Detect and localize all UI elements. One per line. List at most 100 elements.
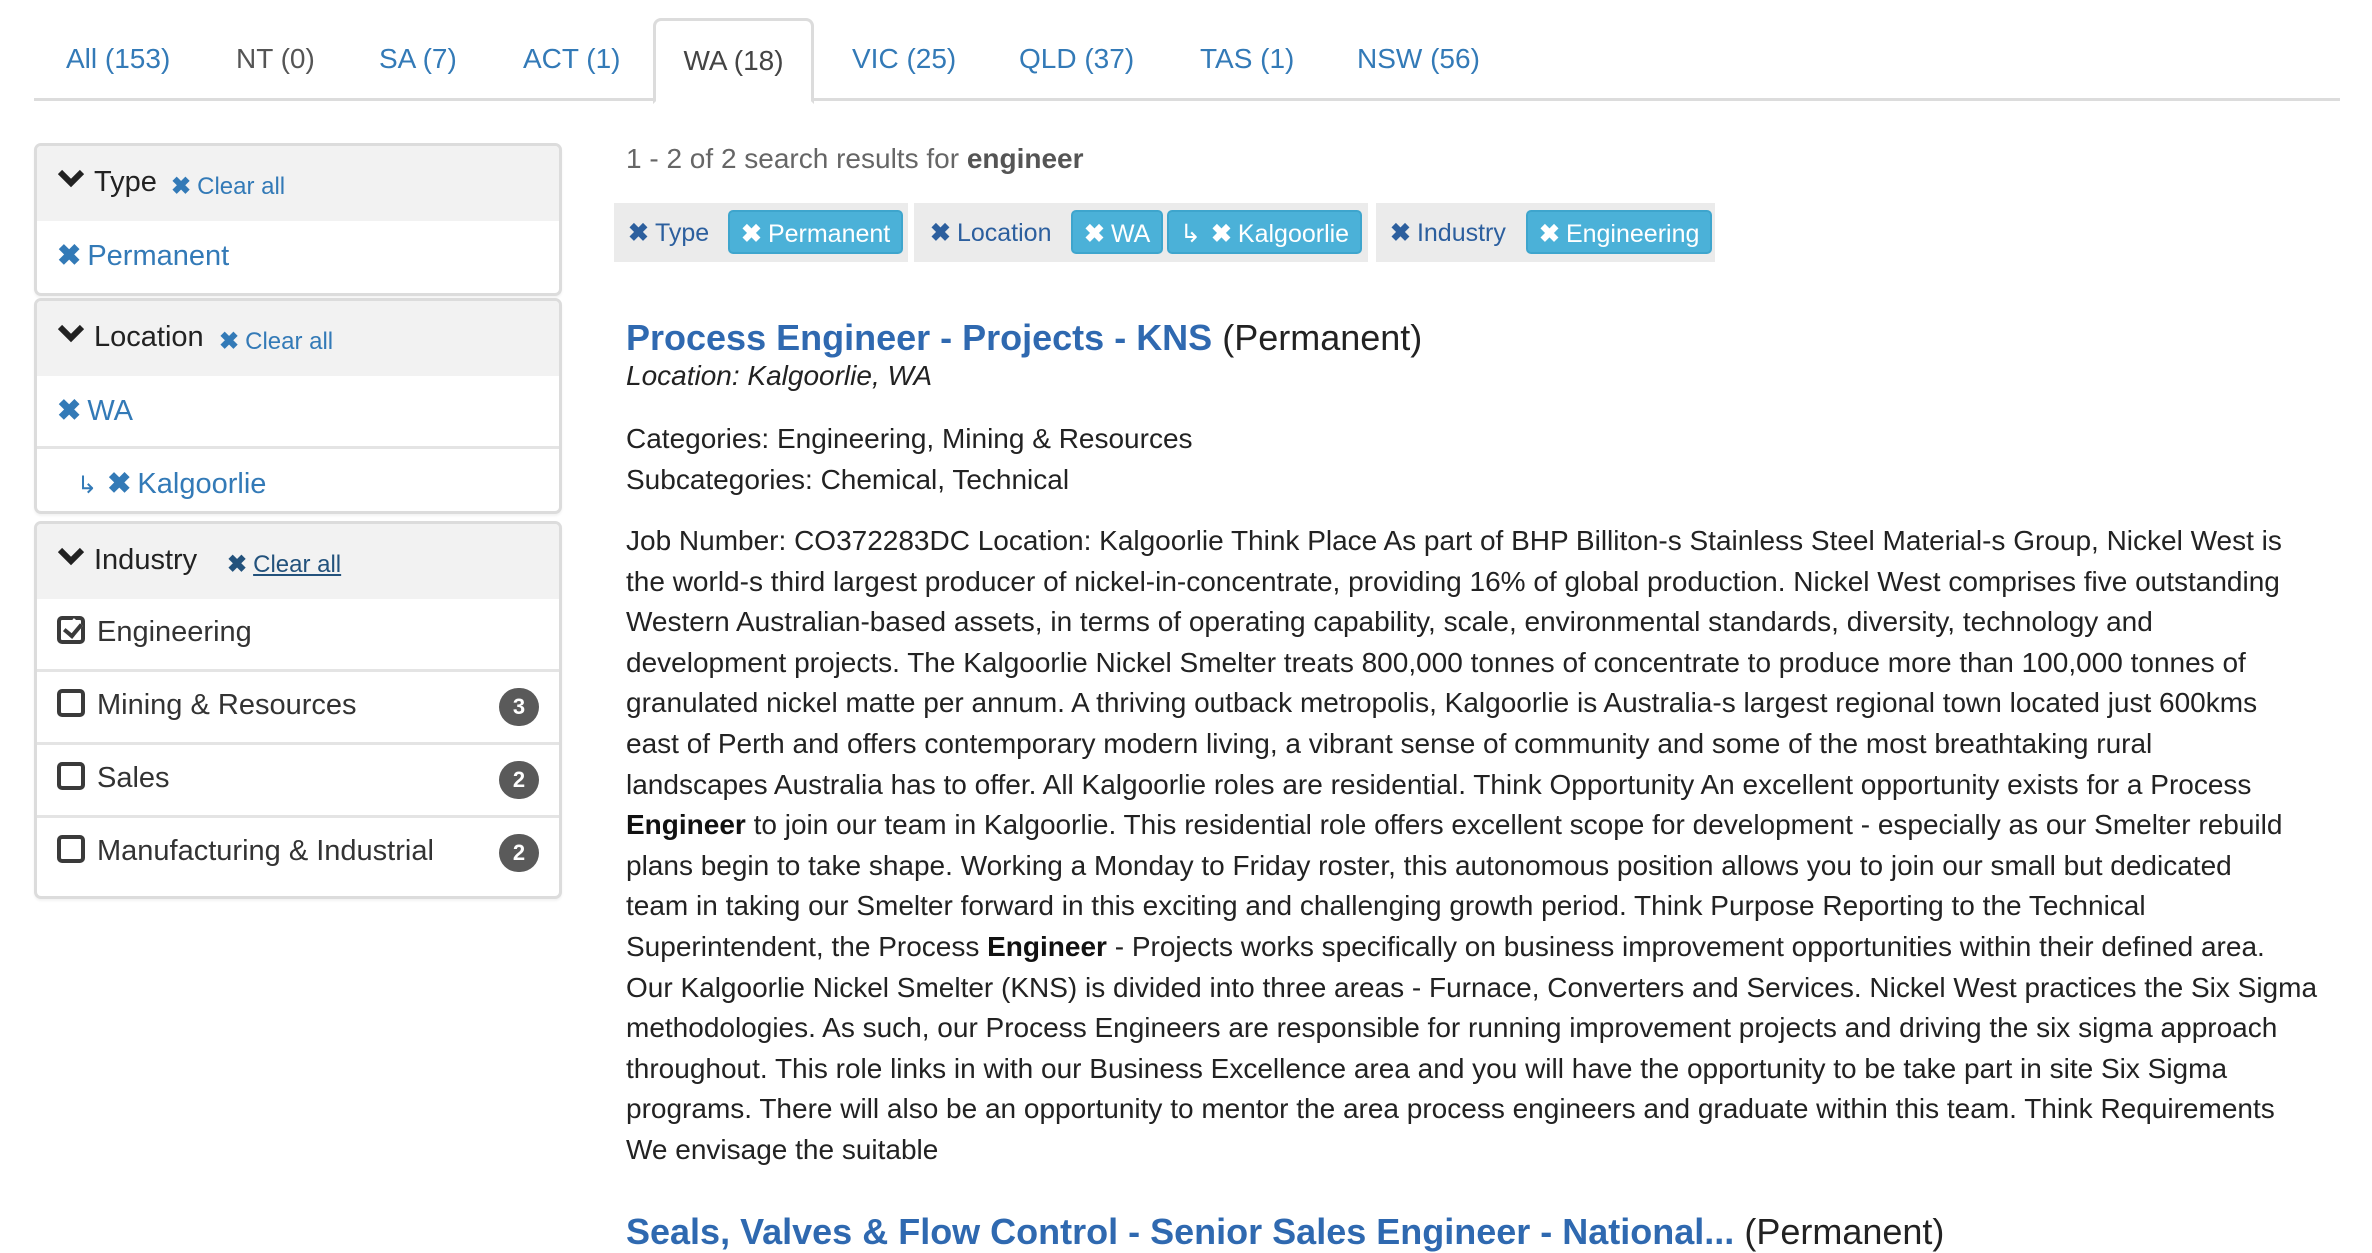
facet-option[interactable]: Mining & Resources 3 <box>37 669 559 742</box>
remove-filter-group-button[interactable]: ✖ Industry <box>1390 218 1506 248</box>
remove-filter-group-button[interactable]: ✖ Type <box>628 218 709 248</box>
filter-chip[interactable]: ↳ ✖ Kalgoorlie <box>1167 210 1363 254</box>
description-text: Our Kalgoorlie Nickel Smelter (KNS) is d… <box>626 971 2318 1003</box>
count-badge: 2 <box>499 761 539 799</box>
remove-filter-link[interactable]: ✖ Permanent <box>57 240 229 272</box>
description-text: We envisage the suitable <box>626 1133 939 1165</box>
description-line: Job Number: CO372283DC Location: Kalgoor… <box>626 521 2346 562</box>
checkbox-icon[interactable] <box>57 835 85 863</box>
facet-header-industry[interactable]: Industry ✖ Clear all <box>37 524 559 599</box>
description-line: programs. There will also be an opportun… <box>626 1089 2346 1130</box>
remove-filter-group-button[interactable]: ✖ Location <box>930 218 1051 248</box>
facet-title: Type <box>94 166 157 198</box>
result-title: Process Engineer - Projects - KNS (Perma… <box>626 317 1422 359</box>
sub-level-arrow-icon: ↳ <box>1180 220 1201 248</box>
close-icon: ✖ <box>628 219 649 247</box>
sub-level-arrow-icon: ↳ <box>77 472 98 499</box>
checked-checkbox-icon[interactable] <box>57 616 85 644</box>
description-text: throughout. This role links in with our … <box>626 1052 2228 1084</box>
close-icon: ✖ <box>741 220 762 248</box>
description-text: to join our team in Kalgoorlie. This res… <box>745 809 2283 841</box>
description-line: the world-s third largest producer of ni… <box>626 562 2346 603</box>
selected-facet-subitem[interactable]: ↳ ✖ Kalgoorlie <box>37 446 559 511</box>
description-text: programs. There will also be an opportun… <box>626 1093 2275 1125</box>
count-badge: 3 <box>499 688 539 726</box>
description-text: east of Perth and offers contemporary mo… <box>626 727 2153 759</box>
result-title: Seals, Valves & Flow Control - Senior Sa… <box>626 1211 1944 1253</box>
checkbox-icon[interactable] <box>57 762 85 790</box>
chevron-down-icon[interactable] <box>58 546 84 566</box>
facet-panel-location: Location ✖ Clear all ✖ WA ↳ ✖ Kalgoorlie <box>34 298 562 514</box>
filter-chip[interactable]: ✖ Engineering <box>1526 210 1713 254</box>
clear-all-link[interactable]: ✖ Clear all <box>227 550 341 579</box>
facet-panel-type: Type ✖ Clear all ✖ Permanent <box>34 143 562 296</box>
remove-filter-link[interactable]: ✖ Kalgoorlie <box>107 468 266 500</box>
description-text: granulated nickel matte per annum. A thr… <box>626 687 2258 719</box>
tab-vic[interactable]: VIC (25) <box>852 18 956 101</box>
filter-group-location: ✖ Location ✖ WA ↳ ✖ Kalgoorlie <box>914 203 1368 262</box>
close-icon: ✖ <box>227 551 248 578</box>
description-text: development projects. The Kalgoorlie Nic… <box>626 646 2246 678</box>
selected-facet-item[interactable]: ✖ WA <box>37 376 559 446</box>
checkbox-icon[interactable] <box>57 689 85 717</box>
filter-chip[interactable]: ✖ Permanent <box>728 210 904 254</box>
close-icon: ✖ <box>930 219 951 247</box>
close-icon: ✖ <box>171 173 192 200</box>
count-badge: 2 <box>499 834 539 872</box>
description-text: Western Australian-based assets, in term… <box>626 606 2153 638</box>
result-title-link[interactable]: Process Engineer - Projects - KNS <box>626 317 1212 358</box>
description-line: Superintendent, the Process Engineer - P… <box>626 927 2346 968</box>
facet-title: Industry <box>94 544 198 576</box>
close-icon: ✖ <box>1539 220 1560 248</box>
description-text: methodologies. As such, our Process Engi… <box>626 1012 2278 1044</box>
tab-nsw[interactable]: NSW (56) <box>1357 18 1480 101</box>
description-line: granulated nickel matte per annum. A thr… <box>626 683 2346 724</box>
tab-qld[interactable]: QLD (37) <box>1019 18 1134 101</box>
filter-chip[interactable]: ✖ WA <box>1071 210 1164 254</box>
description-text: - Projects works specifically on busines… <box>1106 930 2265 962</box>
description-text: landscapes Australia has to offer. All K… <box>626 768 2252 800</box>
tab-act[interactable]: ACT (1) <box>523 18 621 101</box>
result-job-type: (Permanent) <box>1744 1211 1945 1252</box>
close-icon: ✖ <box>57 240 82 272</box>
tab-wa[interactable]: WA (18) <box>653 18 814 104</box>
tab-sa[interactable]: SA (7) <box>379 18 457 101</box>
tab-all[interactable]: All (153) <box>66 18 170 101</box>
filter-group-industry: ✖ Industry ✖ Engineering <box>1376 203 1715 262</box>
tab-nt[interactable]: NT (0) <box>236 18 315 101</box>
result-location: Location: Kalgoorlie, WA <box>626 360 933 391</box>
result-categories: Categories: Engineering, Mining & Resour… <box>626 423 1193 454</box>
description-text: team in taking our Smelter forward in th… <box>626 890 2146 922</box>
facet-title: Location <box>94 321 204 353</box>
description-line: Western Australian-based assets, in term… <box>626 602 2346 643</box>
result-job-type: (Permanent) <box>1222 317 1423 358</box>
description-line: We envisage the suitable <box>626 1130 2346 1171</box>
facet-header-location[interactable]: Location ✖ Clear all <box>37 301 559 376</box>
facet-panel-industry: Industry ✖ Clear all Engineering Mining &… <box>34 521 562 899</box>
location-tabs: All (153) NT (0) SA (7) ACT (1) WA (18) … <box>34 18 2340 104</box>
description-text: the world-s third largest producer of ni… <box>626 565 2280 597</box>
close-icon: ✖ <box>1084 220 1105 248</box>
close-icon: ✖ <box>219 328 240 355</box>
chevron-down-icon[interactable] <box>58 323 84 343</box>
description-line: landscapes Australia has to offer. All K… <box>626 765 2346 806</box>
description-line: development projects. The Kalgoorlie Nic… <box>626 643 2346 684</box>
close-icon: ✖ <box>57 395 82 427</box>
clear-all-link[interactable]: ✖ Clear all <box>171 172 285 201</box>
result-title-link[interactable]: Seals, Valves & Flow Control - Senior Sa… <box>626 1211 1734 1252</box>
selected-facet-item[interactable]: ✖ Permanent <box>37 221 559 291</box>
facet-option[interactable]: Sales 2 <box>37 742 559 815</box>
clear-all-link[interactable]: ✖ Clear all <box>219 327 333 356</box>
close-icon: ✖ <box>1210 220 1232 248</box>
facet-option[interactable]: Manufacturing & Industrial 2 <box>37 815 559 888</box>
tab-tas[interactable]: TAS (1) <box>1200 18 1294 101</box>
search-term-highlight: Engineer <box>987 930 1107 962</box>
facet-option[interactable]: Engineering <box>37 599 559 669</box>
remove-filter-link[interactable]: ✖ WA <box>57 395 133 427</box>
chevron-down-icon[interactable] <box>58 168 84 188</box>
search-term-highlight: Engineer <box>626 809 746 841</box>
description-line: plans begin to take shape. Working a Mon… <box>626 846 2346 887</box>
description-line: methodologies. As such, our Process Engi… <box>626 1008 2346 1049</box>
facet-header-type[interactable]: Type ✖ Clear all <box>37 146 559 221</box>
search-summary: 1 - 2 of 2 search results for engineer <box>626 143 1084 174</box>
